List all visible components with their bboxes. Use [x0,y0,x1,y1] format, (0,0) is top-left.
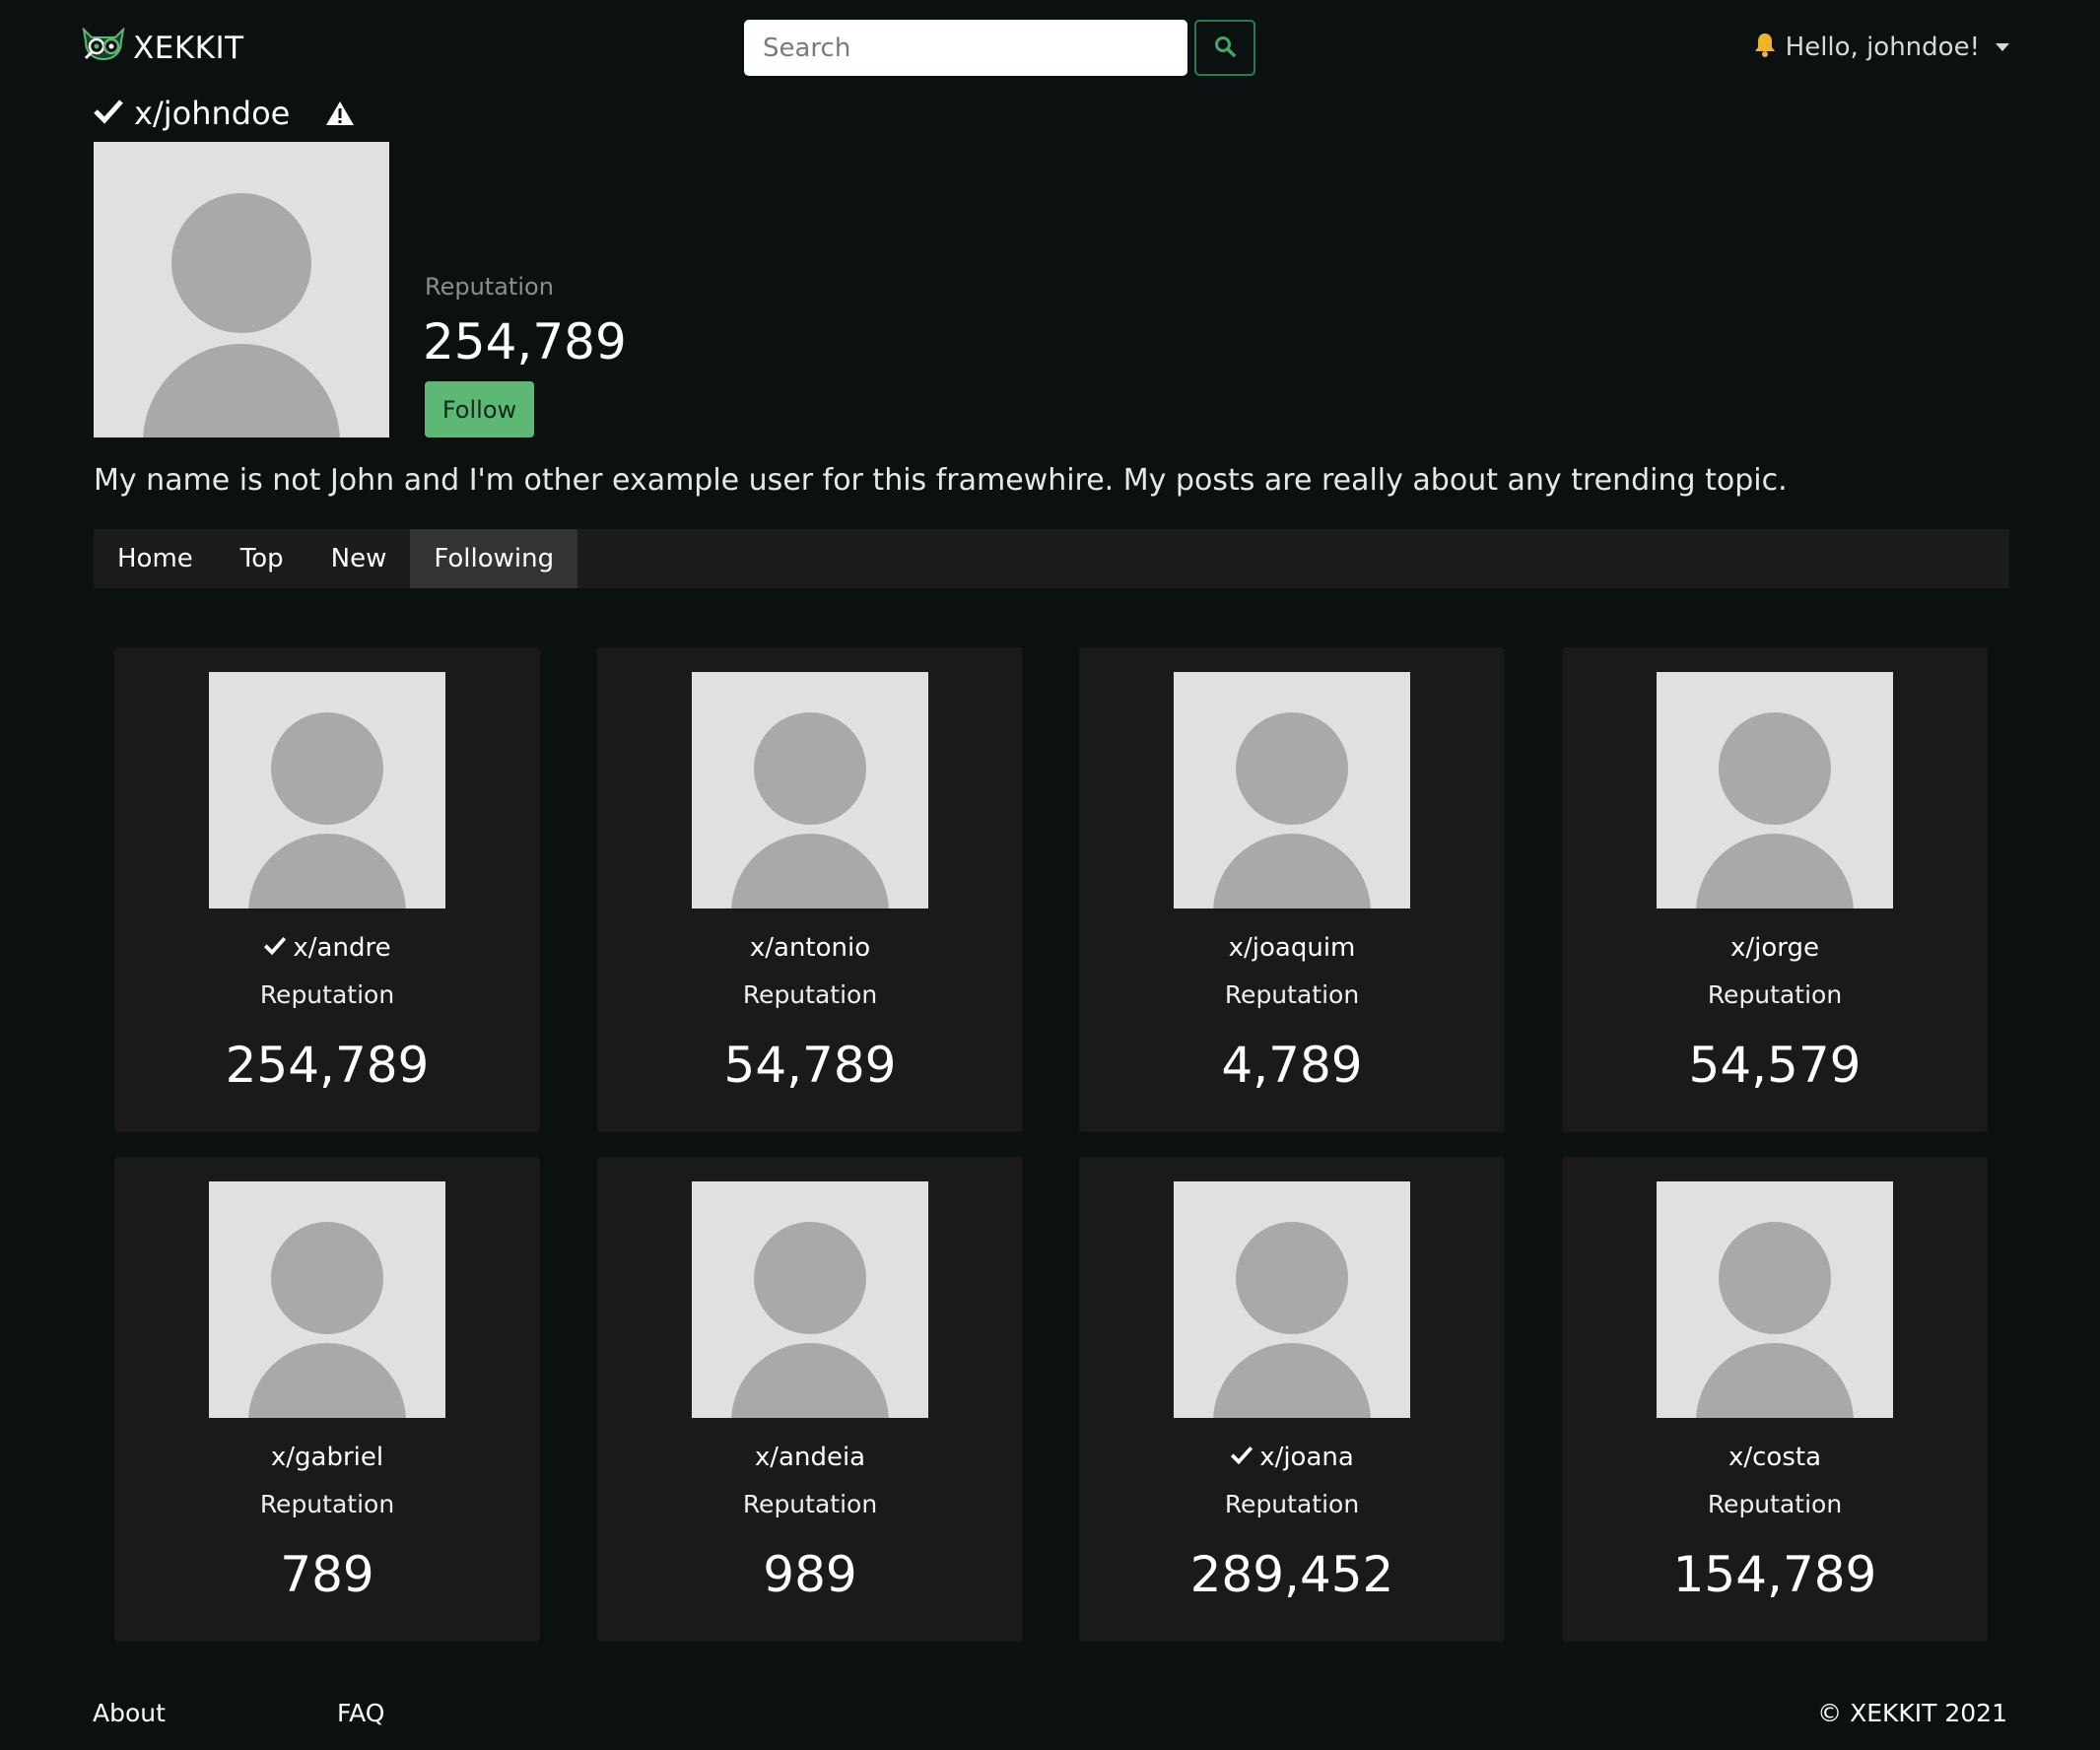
user-name-text: x/gabriel [270,1443,384,1472]
user-avatar[interactable] [209,1181,445,1418]
user-name-text: x/joana [1259,1443,1354,1472]
user-menu-dropdown[interactable]: Hello, johndoe! [1754,30,2009,65]
user-name-text: x/andeia [754,1443,866,1472]
profile-avatar [94,142,389,438]
profile-username: x/johndoe [134,95,291,132]
user-name-link[interactable]: x/joaquim [1079,933,1505,963]
avatar-head-shape [754,712,866,825]
avatar-body-shape [731,1343,889,1418]
user-name-link[interactable]: x/antonio [597,933,1023,963]
search-button[interactable] [1194,20,1255,76]
verified-check-icon [93,95,124,132]
user-reputation-value: 254,789 [225,1037,430,1094]
navbar: XEKKIT Hello, johndoe! [0,0,2100,95]
following-card[interactable]: x/costa Reputation 154,789 [1562,1157,1988,1642]
following-card[interactable]: x/antonio Reputation 54,789 [597,647,1023,1132]
avatar-body-shape [143,344,340,438]
user-name-link[interactable]: x/joana [1079,1443,1505,1472]
user-reputation-label: Reputation [259,1490,395,1518]
user-name-link[interactable]: x/costa [1562,1443,1988,1472]
profile-tabs: Home Top New Following [94,529,2009,588]
search-icon [1213,34,1237,61]
avatar-head-shape [1719,1222,1831,1334]
report-warning-icon[interactable] [325,100,355,127]
avatar-body-shape [1696,834,1854,909]
user-reputation-value: 54,579 [1688,1037,1862,1094]
chevron-down-icon [1996,43,2009,51]
avatar-head-shape [1236,1222,1348,1334]
user-reputation-value: 789 [280,1546,374,1603]
profile-title: x/johndoe [93,93,355,134]
tab-top[interactable]: Top [217,529,307,588]
user-reputation-value: 4,789 [1221,1037,1363,1094]
following-card[interactable]: x/andre Reputation 254,789 [114,647,540,1132]
avatar-head-shape [1236,712,1348,825]
tab-home[interactable]: Home [94,529,217,588]
user-reputation-value: 989 [763,1546,857,1603]
avatar-head-shape [271,712,383,825]
user-name-text: x/antonio [749,933,871,963]
user-avatar[interactable] [1657,1181,1893,1418]
brand-link[interactable]: XEKKIT [82,27,244,69]
search-input[interactable] [744,20,1187,76]
user-reputation-label: Reputation [1224,1490,1360,1518]
user-name-link[interactable]: x/jorge [1562,933,1988,963]
avatar-body-shape [1213,1343,1371,1418]
avatar-body-shape [248,1343,406,1418]
user-name-text: x/costa [1727,1443,1822,1472]
tab-following[interactable]: Following [410,529,578,588]
user-reputation-label: Reputation [1707,1490,1843,1518]
user-name-text: x/andre [293,933,391,963]
user-reputation-value: 54,789 [723,1037,897,1094]
avatar-head-shape [271,1222,383,1334]
user-name-text: x/jorge [1729,933,1819,963]
user-avatar[interactable] [1174,672,1410,909]
user-reputation-label: Reputation [1224,980,1360,1009]
user-reputation-value: 154,789 [1672,1546,1877,1603]
profile-bio: My name is not John and I'm other exampl… [94,463,1788,498]
user-avatar[interactable] [1174,1181,1410,1418]
owl-logo-icon [82,27,125,69]
profile-reputation-value: 254,789 [423,313,627,370]
tab-new[interactable]: New [307,529,411,588]
profile-reputation-label: Reputation [425,273,554,301]
user-reputation-value: 289,452 [1189,1546,1394,1603]
bell-icon[interactable] [1754,32,1776,64]
user-reputation-label: Reputation [259,980,395,1009]
avatar-body-shape [1696,1343,1854,1418]
follow-button[interactable]: Follow [425,381,534,438]
user-avatar[interactable] [692,1181,928,1418]
following-card[interactable]: x/jorge Reputation 54,579 [1562,647,1988,1132]
avatar-body-shape [248,834,406,909]
avatar-head-shape [754,1222,866,1334]
brand-name: XEKKIT [133,31,244,66]
avatar-head-shape [171,193,311,333]
user-reputation-label: Reputation [742,980,878,1009]
footer-copyright: © XEKKIT 2021 [1817,1699,2007,1727]
user-name-link[interactable]: x/andeia [597,1443,1023,1472]
user-avatar[interactable] [209,672,445,909]
following-card[interactable]: x/andeia Reputation 989 [597,1157,1023,1642]
user-name-link[interactable]: x/gabriel [114,1443,540,1472]
following-card[interactable]: x/joana Reputation 289,452 [1079,1157,1505,1642]
user-avatar[interactable] [692,672,928,909]
user-reputation-label: Reputation [1707,980,1843,1009]
avatar-body-shape [1213,834,1371,909]
verified-check-icon [263,933,287,963]
user-reputation-label: Reputation [742,1490,878,1518]
greeting-text: Hello, johndoe! [1785,33,1980,62]
user-name-text: x/joaquim [1228,933,1356,963]
footer-faq-link[interactable]: FAQ [337,1699,384,1727]
footer-about-link[interactable]: About [93,1699,166,1727]
verified-check-icon [1230,1443,1253,1472]
user-name-link[interactable]: x/andre [114,933,540,963]
following-card[interactable]: x/joaquim Reputation 4,789 [1079,647,1505,1132]
avatar-body-shape [731,834,889,909]
following-card[interactable]: x/gabriel Reputation 789 [114,1157,540,1642]
user-avatar[interactable] [1657,672,1893,909]
avatar-head-shape [1719,712,1831,825]
